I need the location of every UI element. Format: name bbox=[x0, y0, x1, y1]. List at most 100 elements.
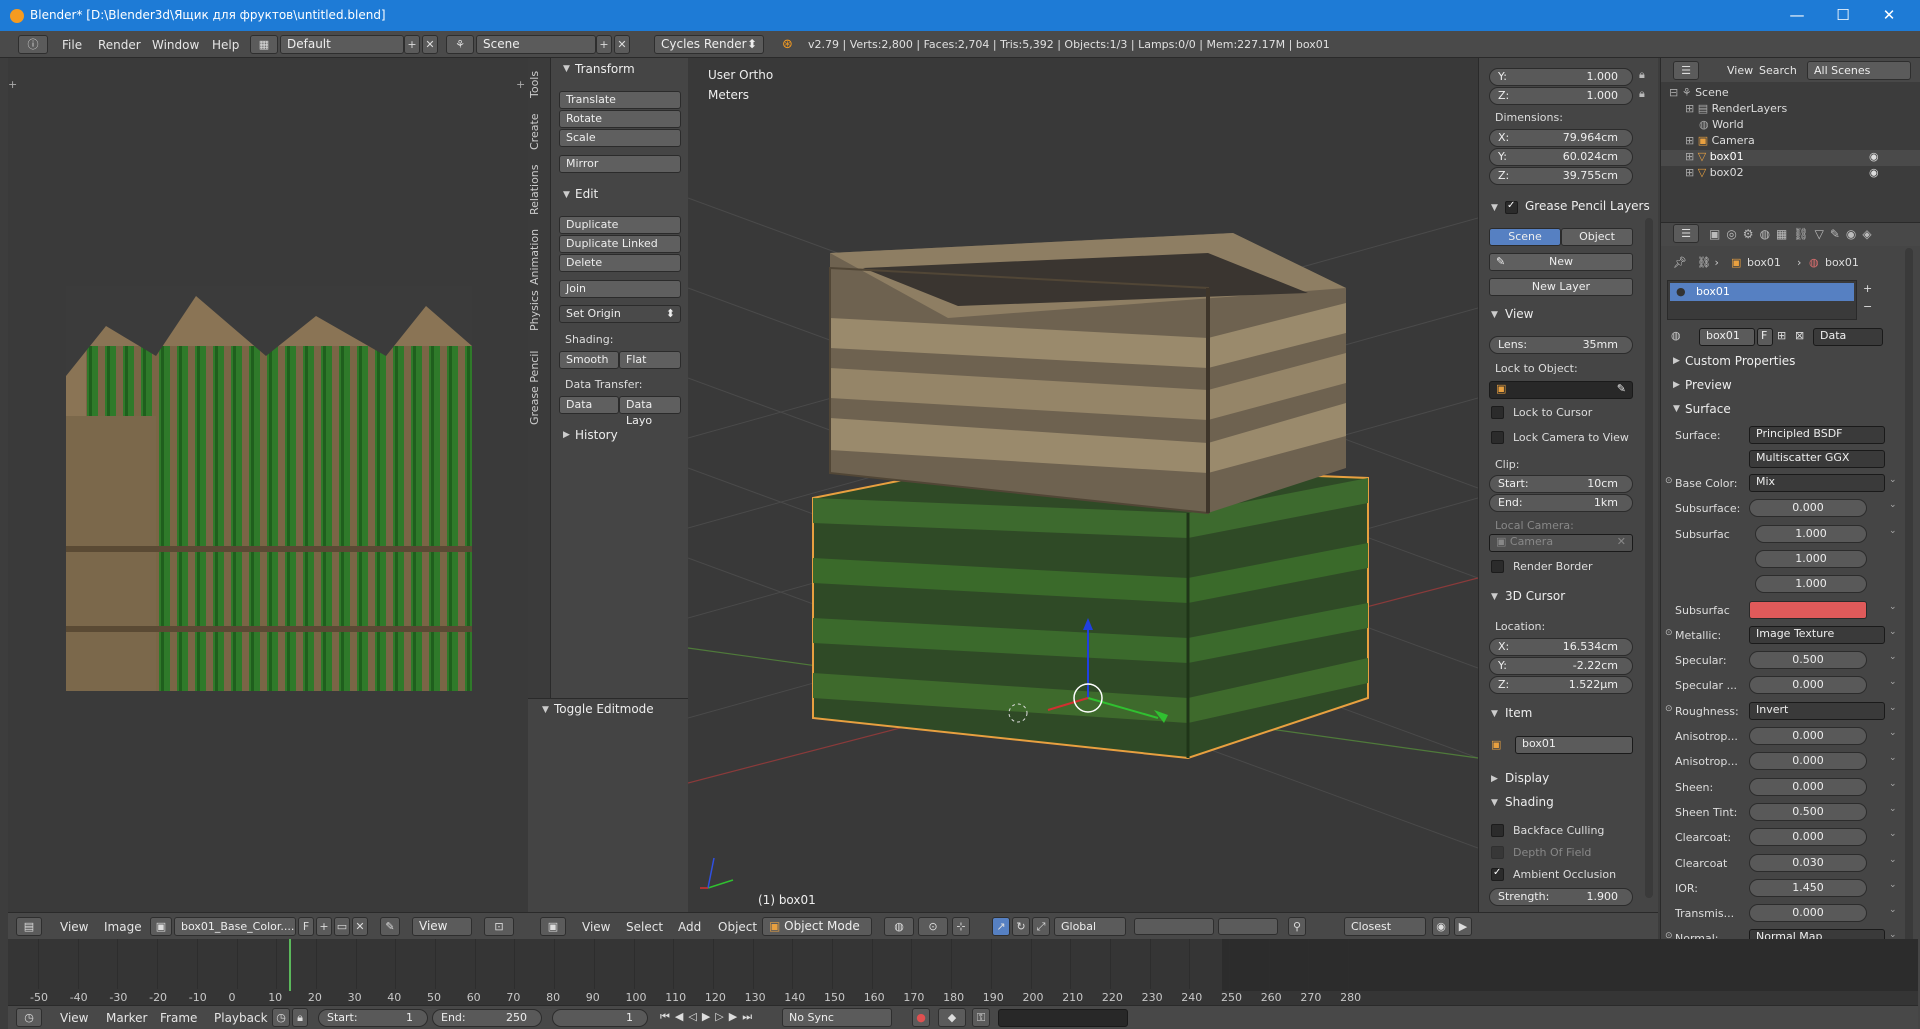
pivot-point-icon[interactable]: ⊙ bbox=[918, 917, 948, 936]
chevron-down-icon[interactable]: ⌄ bbox=[1889, 804, 1897, 814]
collapsed-triangle-icon[interactable]: ▶ bbox=[1673, 356, 1680, 366]
socket-icon[interactable]: ⊙ bbox=[1665, 704, 1673, 714]
lock-cursor-checkbox[interactable] bbox=[1491, 406, 1504, 419]
snap-toggle-icon[interactable]: ⚲ bbox=[1288, 917, 1306, 936]
eye-icon[interactable]: ◉ bbox=[1869, 150, 1879, 163]
ao-strength-field[interactable]: Strength: 1.900 bbox=[1489, 888, 1633, 906]
new-layer-button[interactable]: New Layer bbox=[1489, 278, 1633, 296]
props-editor-icon[interactable]: ☰ bbox=[1673, 224, 1699, 243]
material-slot-item[interactable]: box01 bbox=[1670, 283, 1854, 301]
chevron-down-icon[interactable]: ⌄ bbox=[1889, 779, 1897, 789]
translate-manipulator-icon[interactable]: ↗ bbox=[992, 917, 1010, 936]
menu-file[interactable]: File bbox=[62, 38, 82, 52]
bsdf-value-field[interactable]: 0.030 bbox=[1749, 853, 1867, 872]
render-engine-select[interactable]: Cycles Render ⬍ bbox=[654, 35, 764, 54]
outliner-row-renderlayers[interactable]: ⊞ ▤ RenderLayers bbox=[1685, 102, 1915, 115]
frame-menu[interactable]: Frame bbox=[160, 1011, 197, 1025]
fake-user-button[interactable]: F bbox=[1757, 328, 1773, 346]
grease-pencil-title[interactable]: Grease Pencil Layers bbox=[1525, 199, 1650, 213]
add-menu[interactable]: Add bbox=[678, 920, 701, 934]
link-data-select[interactable]: Data bbox=[1813, 328, 1883, 346]
remove-scene-icon[interactable]: ✕ bbox=[614, 35, 630, 54]
object-menu[interactable]: Object bbox=[718, 920, 757, 934]
tab-tools[interactable]: Tools bbox=[528, 64, 550, 104]
transform-title[interactable]: Transform bbox=[575, 62, 635, 76]
keying-set-icon[interactable]: ⚿ bbox=[972, 1008, 990, 1027]
tab-relations[interactable]: Relations bbox=[528, 160, 550, 220]
tab-grease-pencil[interactable]: Grease Pencil bbox=[528, 340, 550, 436]
item-name-field[interactable]: box01 bbox=[1515, 736, 1633, 754]
expand-triangle-icon[interactable]: ▼ bbox=[1491, 798, 1498, 808]
outliner-row-camera[interactable]: ⊞ ▣ Camera bbox=[1685, 134, 1915, 147]
bsdf-value-field[interactable]: 0.500 bbox=[1749, 802, 1867, 821]
3d-editor-type-icon[interactable]: ▣ bbox=[540, 917, 566, 936]
rotate-button[interactable]: Rotate bbox=[559, 110, 681, 128]
bsdf-value-field[interactable]: 0.000 bbox=[1749, 676, 1867, 695]
maximize-button[interactable]: ☐ bbox=[1832, 4, 1854, 26]
chevron-down-icon[interactable]: ⌄ bbox=[1889, 753, 1897, 763]
screen-field[interactable]: Default bbox=[280, 35, 404, 54]
scale-manipulator-icon[interactable]: ⤢ bbox=[1032, 917, 1050, 936]
image-view-menu[interactable]: View bbox=[60, 920, 88, 934]
chevron-down-icon[interactable]: ⌄ bbox=[1889, 728, 1897, 738]
chevron-down-icon[interactable]: ⌄ bbox=[1889, 855, 1897, 865]
start-frame-field[interactable]: Start: 1 bbox=[318, 1009, 428, 1027]
3d-viewport[interactable]: User Ortho Meters (1) box01 bbox=[688, 58, 1478, 912]
expand-triangle-icon[interactable]: ▼ bbox=[1491, 592, 1498, 602]
unlink-image-icon[interactable]: ✕ bbox=[352, 917, 368, 936]
object-toggle[interactable]: Object bbox=[1561, 228, 1633, 246]
bsdf-value-field[interactable]: 0.000 bbox=[1749, 828, 1867, 847]
image-mode-select[interactable]: View bbox=[412, 917, 472, 936]
chevron-down-icon[interactable]: ⌄ bbox=[1889, 703, 1897, 713]
backface-checkbox[interactable] bbox=[1491, 824, 1504, 837]
add-scene-icon[interactable]: + bbox=[596, 35, 612, 54]
material-name-field[interactable]: box01 bbox=[1699, 328, 1755, 346]
surface-title[interactable]: Surface bbox=[1685, 402, 1731, 416]
render-border-checkbox[interactable] bbox=[1491, 560, 1504, 573]
eye-icon[interactable]: ◉ bbox=[1869, 166, 1879, 179]
delete-button[interactable]: Delete bbox=[559, 254, 681, 272]
add-screen-icon[interactable]: + bbox=[404, 35, 420, 54]
clip-start-field[interactable]: Start: 10cm bbox=[1489, 475, 1633, 493]
cursor-y-field[interactable]: Y: -2.22cm bbox=[1489, 657, 1633, 675]
keying-set-field[interactable] bbox=[998, 1009, 1128, 1027]
dof-checkbox[interactable] bbox=[1491, 846, 1504, 859]
scale-button[interactable]: Scale bbox=[559, 129, 681, 147]
subsurface-color-swatch[interactable] bbox=[1749, 600, 1867, 619]
menu-help[interactable]: Help bbox=[212, 38, 239, 52]
bsdf-value-field[interactable]: 0.000 bbox=[1749, 727, 1867, 745]
render-anim-icon[interactable]: ▶ bbox=[1454, 917, 1472, 936]
shading-title[interactable]: Shading bbox=[1505, 795, 1554, 809]
minimize-button[interactable]: — bbox=[1786, 4, 1808, 26]
duplicate-button[interactable]: Duplicate bbox=[559, 216, 681, 234]
open-image-icon[interactable]: ▭ bbox=[334, 917, 350, 936]
bsdf-input-link[interactable]: Image Texture bbox=[1749, 625, 1885, 644]
viewport-shading-icon[interactable]: ◍ bbox=[884, 917, 914, 936]
clip-end-field[interactable]: End: 1km bbox=[1489, 494, 1633, 512]
rotate-manipulator-icon[interactable]: ↻ bbox=[1012, 917, 1030, 936]
chevron-down-icon[interactable]: ⌄ bbox=[1889, 677, 1897, 687]
bsdf-value-field[interactable]: 1.000 bbox=[1755, 524, 1867, 543]
tab-create[interactable]: Create bbox=[528, 108, 550, 156]
chevron-down-icon[interactable]: ⌄ bbox=[1889, 627, 1897, 637]
chevron-down-icon[interactable]: ⌄ bbox=[1889, 829, 1897, 839]
new-material-icon[interactable]: ⊞ bbox=[1777, 329, 1786, 342]
plus-icon[interactable]: + bbox=[8, 78, 17, 91]
image-menu[interactable]: Image bbox=[104, 920, 142, 934]
scene-icon[interactable]: ⚘ bbox=[446, 35, 474, 54]
join-button[interactable]: Join bbox=[559, 280, 681, 298]
history-title[interactable]: History bbox=[575, 428, 618, 442]
lens-field[interactable]: Lens: 35mm bbox=[1489, 336, 1633, 354]
cursor-z-field[interactable]: Z: 1.522µm bbox=[1489, 676, 1633, 694]
edit-title[interactable]: Edit bbox=[575, 187, 598, 201]
playback-menu[interactable]: Playback bbox=[214, 1011, 268, 1025]
chevron-down-icon[interactable]: ⌄ bbox=[1889, 652, 1897, 662]
expand-triangle-icon[interactable]: ▼ bbox=[563, 64, 570, 74]
keying-icon[interactable]: ◆ bbox=[938, 1008, 966, 1027]
outliner-row-box02[interactable]: ⊞ ▽ box02 ◉ bbox=[1685, 166, 1915, 179]
flat-button[interactable]: Flat bbox=[619, 351, 681, 369]
outliner-view-menu[interactable]: View bbox=[1727, 64, 1753, 77]
duplicate-linked-button[interactable]: Duplicate Linked bbox=[559, 235, 681, 253]
eyedropper-icon[interactable]: ✎ bbox=[1617, 382, 1626, 395]
tab-physics[interactable]: Physics bbox=[528, 284, 550, 338]
